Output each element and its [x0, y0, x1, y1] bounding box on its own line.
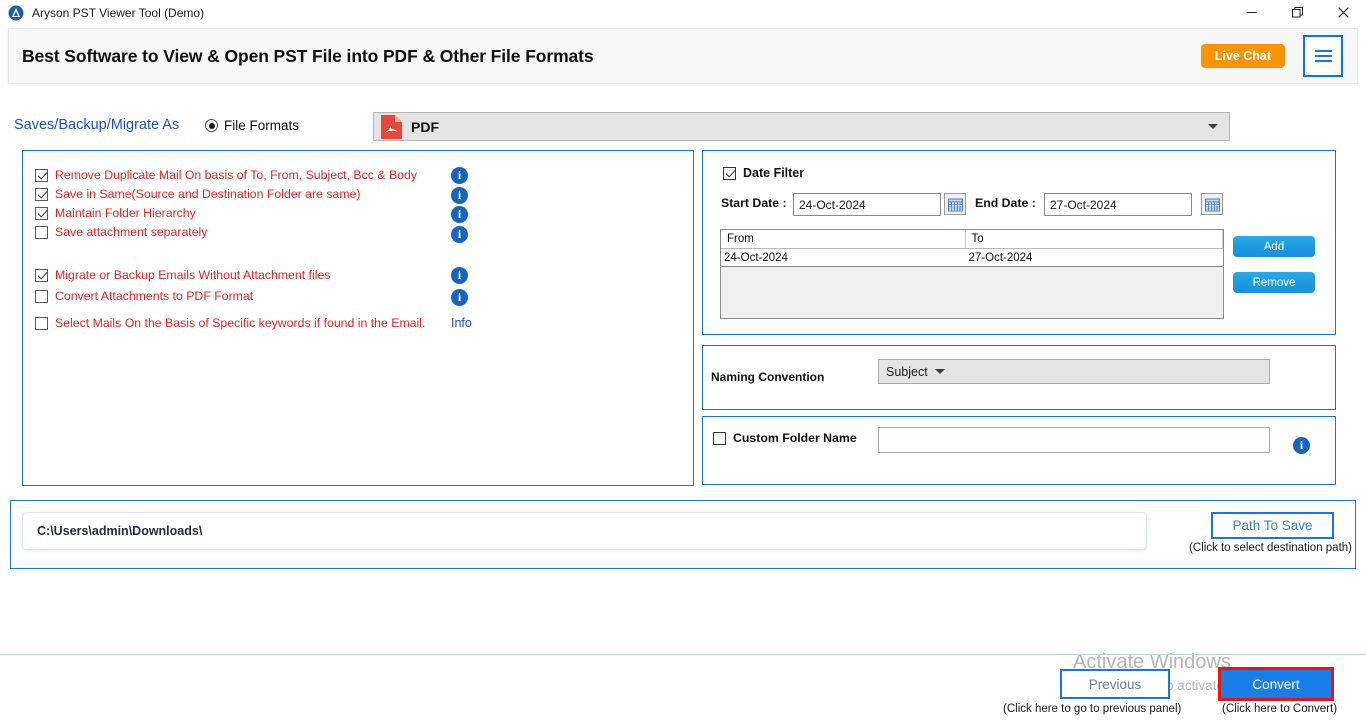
pdf-file-icon	[381, 114, 402, 139]
option-maintain-folder-hierarchy[interactable]: Maintain Folder Hierarchy	[35, 206, 196, 220]
info-icon-save-in-same[interactable]: i	[451, 187, 468, 204]
add-date-range-button[interactable]: Add	[1233, 236, 1315, 257]
window-title: Aryson PST Viewer Tool (Demo)	[32, 5, 205, 20]
table-row[interactable]: 24-Oct-2024 27-Oct-2024	[721, 249, 1223, 267]
restore-icon[interactable]	[1274, 0, 1320, 25]
option-label: Convert Attachments to PDF Format	[55, 289, 254, 303]
convert-button[interactable]: Convert	[1218, 667, 1334, 701]
format-selection-row: Saves/Backup/Migrate As File Formats PDF	[0, 112, 1366, 144]
path-to-save-button[interactable]: Path To Save	[1211, 512, 1334, 539]
info-link-select-mails-by-keywords[interactable]: Info	[451, 316, 472, 330]
option-label: Save in Same(Source and Destination Fold…	[55, 187, 361, 201]
option-save-in-same[interactable]: Save in Same(Source and Destination Fold…	[35, 187, 361, 201]
page-title: Best Software to View & Open PST File in…	[22, 45, 594, 66]
checkbox-convert-attachments-to-pdf[interactable]	[35, 289, 48, 303]
previous-button-hint: (Click here to go to previous panel)	[1003, 703, 1182, 715]
naming-convention-value: Subject	[886, 364, 928, 379]
window-controls	[1228, 0, 1366, 25]
previous-button[interactable]: Previous	[1060, 669, 1170, 699]
start-date-label: Start Date :	[721, 196, 787, 210]
destination-path-field[interactable]: C:\Users\admin\Downloads\	[22, 512, 1147, 550]
remove-date-range-button[interactable]: Remove	[1233, 272, 1315, 293]
end-date-label: End Date :	[975, 196, 1036, 210]
chevron-down-icon	[1208, 124, 1218, 129]
option-label: Save attachment separately	[55, 225, 208, 239]
date-filter-toggle[interactable]: Date Filter	[723, 166, 804, 180]
info-icon-remove-duplicate-mail[interactable]: i	[451, 167, 468, 184]
column-header-from: From	[721, 230, 966, 248]
header-banner: Best Software to View & Open PST File in…	[8, 28, 1358, 84]
checkbox-remove-duplicate-mail[interactable]	[35, 168, 48, 182]
header-actions: Live Chat	[1200, 35, 1357, 77]
saves-backup-migrate-label: Saves/Backup/Migrate As	[14, 117, 180, 133]
option-save-attachment-separately[interactable]: Save attachment separately	[35, 225, 207, 239]
file-formats-radio[interactable]: File Formats	[205, 118, 299, 133]
date-filter-label: Date Filter	[743, 166, 805, 180]
calendar-icon-end-date[interactable]	[1201, 193, 1223, 215]
start-date-input[interactable]	[793, 193, 941, 216]
aryson-logo-icon	[8, 5, 24, 21]
destination-path-panel: C:\Users\admin\Downloads\ Path To Save (…	[10, 500, 1356, 569]
info-icon-save-attachment-separately[interactable]: i	[451, 226, 468, 243]
table-header-row: From To	[721, 230, 1223, 249]
checkbox-custom-folder-name[interactable]	[713, 431, 726, 445]
minimize-icon[interactable]	[1228, 0, 1274, 25]
option-migrate-without-attachments[interactable]: Migrate or Backup Emails Without Attachm…	[35, 268, 330, 282]
options-panel: Remove Duplicate Mail On basis of To, Fr…	[22, 150, 694, 486]
close-icon[interactable]	[1320, 0, 1366, 25]
custom-folder-panel: Custom Folder Name i	[702, 416, 1336, 485]
title-bar: Aryson PST Viewer Tool (Demo)	[0, 0, 1366, 25]
chevron-down-icon	[934, 369, 945, 374]
checkbox-save-attachment-separately[interactable]	[35, 225, 48, 239]
checkbox-date-filter[interactable]	[723, 166, 736, 180]
hamburger-menu-icon[interactable]	[1303, 35, 1343, 77]
naming-convention-label: Naming Convention	[711, 370, 825, 384]
cell-to: 27-Oct-2024	[968, 252, 1033, 264]
custom-folder-name-input[interactable]	[878, 427, 1270, 453]
option-select-mails-by-keywords[interactable]: Select Mails On the Basis of Specific ke…	[35, 316, 425, 330]
title-bar-left: Aryson PST Viewer Tool (Demo)	[0, 5, 204, 21]
path-to-save-hint: (Click to select destination path)	[1189, 542, 1352, 554]
option-label: Maintain Folder Hierarchy	[55, 206, 196, 220]
option-label: Migrate or Backup Emails Without Attachm…	[55, 268, 331, 282]
checkbox-maintain-folder-hierarchy[interactable]	[35, 206, 48, 220]
info-icon-migrate-without-attachments[interactable]: i	[451, 267, 468, 284]
column-header-to: To	[966, 230, 1223, 248]
date-filter-panel: Date Filter Start Date : End Date :	[702, 150, 1336, 335]
custom-folder-toggle[interactable]: Custom Folder Name	[713, 431, 857, 445]
destination-path-value: C:\Users\admin\Downloads\	[37, 524, 203, 538]
naming-convention-dropdown[interactable]: Subject	[878, 359, 1270, 384]
info-icon-convert-attachments-to-pdf[interactable]: i	[451, 289, 468, 306]
format-dropdown[interactable]: PDF	[373, 112, 1230, 141]
end-date-input[interactable]	[1044, 193, 1192, 216]
convert-button-hint: (Click here to Convert)	[1222, 703, 1338, 715]
naming-convention-panel: Naming Convention Subject	[702, 345, 1336, 410]
live-chat-button[interactable]: Live Chat	[1200, 44, 1285, 68]
option-remove-duplicate-mail[interactable]: Remove Duplicate Mail On basis of To, Fr…	[35, 168, 417, 182]
format-dropdown-value: PDF	[411, 118, 439, 135]
option-label: Remove Duplicate Mail On basis of To, Fr…	[55, 168, 417, 182]
calendar-icon-start-date[interactable]	[944, 193, 966, 215]
info-icon-custom-folder[interactable]: i	[1293, 437, 1310, 454]
date-range-table[interactable]: From To 24-Oct-2024 27-Oct-2024	[720, 229, 1224, 319]
checkbox-migrate-without-attachments[interactable]	[35, 268, 48, 282]
cell-from: 24-Oct-2024	[724, 252, 788, 264]
radio-selected-icon	[205, 119, 218, 132]
footer-bar: Previous (Click here to go to previous p…	[0, 654, 1366, 728]
file-formats-radio-label: File Formats	[224, 118, 300, 133]
custom-folder-label: Custom Folder Name	[733, 431, 857, 445]
info-icon-maintain-folder-hierarchy[interactable]: i	[451, 206, 468, 223]
checkbox-save-in-same[interactable]	[35, 187, 48, 201]
option-convert-attachments-to-pdf[interactable]: Convert Attachments to PDF Format	[35, 289, 253, 303]
option-label: Select Mails On the Basis of Specific ke…	[55, 316, 426, 330]
checkbox-select-mails-by-keywords[interactable]	[35, 316, 48, 330]
